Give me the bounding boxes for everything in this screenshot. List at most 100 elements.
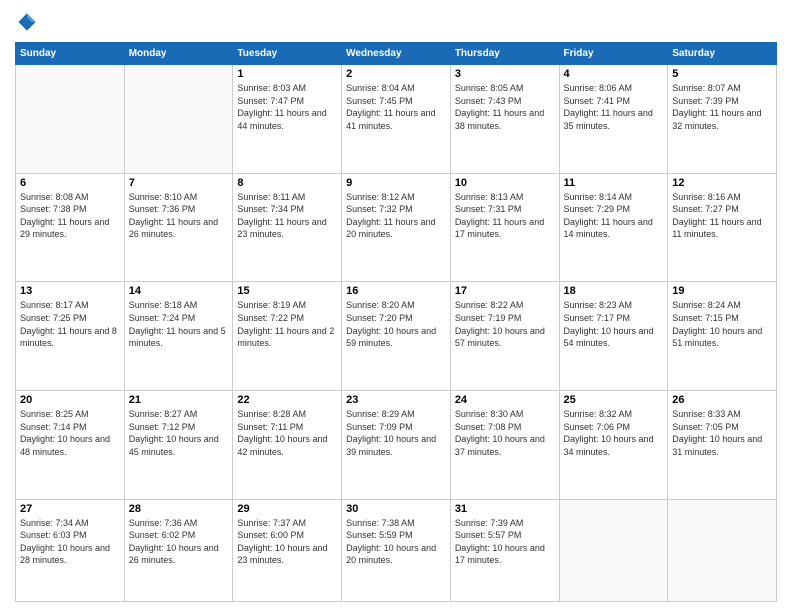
day-cell: 14 Sunrise: 8:18 AM Sunset: 7:24 PM Dayli… — [124, 282, 233, 391]
weekday-friday: Friday — [559, 43, 668, 65]
day-number: 27 — [20, 503, 120, 515]
day-info: Sunrise: 8:05 AM Sunset: 7:43 PM Dayligh… — [455, 82, 555, 132]
week-row-5: 27 Sunrise: 7:34 AM Sunset: 6:03 PM Dayli… — [16, 499, 777, 601]
day-number: 7 — [129, 177, 229, 189]
day-number: 10 — [455, 177, 555, 189]
day-number: 8 — [237, 177, 337, 189]
day-number: 24 — [455, 394, 555, 406]
day-cell — [668, 499, 777, 601]
day-info: Sunrise: 7:39 AM Sunset: 5:57 PM Dayligh… — [455, 517, 555, 567]
header — [15, 10, 777, 34]
day-info: Sunrise: 7:36 AM Sunset: 6:02 PM Dayligh… — [129, 517, 229, 567]
day-info: Sunrise: 8:19 AM Sunset: 7:22 PM Dayligh… — [237, 299, 337, 349]
day-cell: 15 Sunrise: 8:19 AM Sunset: 7:22 PM Dayli… — [233, 282, 342, 391]
weekday-tuesday: Tuesday — [233, 43, 342, 65]
weekday-sunday: Sunday — [16, 43, 125, 65]
day-info: Sunrise: 8:16 AM Sunset: 7:27 PM Dayligh… — [672, 191, 772, 241]
logo-icon — [15, 10, 39, 34]
day-info: Sunrise: 8:23 AM Sunset: 7:17 PM Dayligh… — [564, 299, 664, 349]
weekday-thursday: Thursday — [450, 43, 559, 65]
day-cell: 7 Sunrise: 8:10 AM Sunset: 7:36 PM Daylig… — [124, 173, 233, 282]
weekday-row: SundayMondayTuesdayWednesdayThursdayFrid… — [16, 43, 777, 65]
day-cell: 29 Sunrise: 7:37 AM Sunset: 6:00 PM Dayli… — [233, 499, 342, 601]
day-info: Sunrise: 8:18 AM Sunset: 7:24 PM Dayligh… — [129, 299, 229, 349]
day-number: 14 — [129, 285, 229, 297]
day-number: 30 — [346, 503, 446, 515]
calendar: SundayMondayTuesdayWednesdayThursdayFrid… — [15, 42, 777, 602]
day-cell: 21 Sunrise: 8:27 AM Sunset: 7:12 PM Dayli… — [124, 391, 233, 500]
day-info: Sunrise: 7:34 AM Sunset: 6:03 PM Dayligh… — [20, 517, 120, 567]
day-cell: 30 Sunrise: 7:38 AM Sunset: 5:59 PM Dayli… — [342, 499, 451, 601]
day-cell: 9 Sunrise: 8:12 AM Sunset: 7:32 PM Daylig… — [342, 173, 451, 282]
day-number: 31 — [455, 503, 555, 515]
day-info: Sunrise: 8:07 AM Sunset: 7:39 PM Dayligh… — [672, 82, 772, 132]
day-number: 11 — [564, 177, 664, 189]
day-number: 2 — [346, 68, 446, 80]
day-number: 18 — [564, 285, 664, 297]
day-info: Sunrise: 7:37 AM Sunset: 6:00 PM Dayligh… — [237, 517, 337, 567]
weekday-wednesday: Wednesday — [342, 43, 451, 65]
day-cell: 12 Sunrise: 8:16 AM Sunset: 7:27 PM Dayli… — [668, 173, 777, 282]
day-cell: 28Sunrise: 7:36 AM Sunset: 6:02 PM Dayli… — [124, 499, 233, 601]
weekday-saturday: Saturday — [668, 43, 777, 65]
day-number: 17 — [455, 285, 555, 297]
day-cell: 24Sunrise: 8:30 AM Sunset: 7:08 PM Dayli… — [450, 391, 559, 500]
day-cell: 22Sunrise: 8:28 AM Sunset: 7:11 PM Dayli… — [233, 391, 342, 500]
day-cell: 1Sunrise: 8:03 AM Sunset: 7:47 PM Daylig… — [233, 65, 342, 174]
day-number: 29 — [237, 503, 337, 515]
day-number: 25 — [564, 394, 664, 406]
day-number: 4 — [564, 68, 664, 80]
day-info: Sunrise: 8:24 AM Sunset: 7:15 PM Dayligh… — [672, 299, 772, 349]
week-row-3: 13Sunrise: 8:17 AM Sunset: 7:25 PM Dayli… — [16, 282, 777, 391]
calendar-header: SundayMondayTuesdayWednesdayThursdayFrid… — [16, 43, 777, 65]
day-cell: 10 Sunrise: 8:13 AM Sunset: 7:31 PM Dayli… — [450, 173, 559, 282]
day-info: Sunrise: 8:27 AM Sunset: 7:12 PM Dayligh… — [129, 408, 229, 458]
day-cell: 23 Sunrise: 8:29 AM Sunset: 7:09 PM Dayli… — [342, 391, 451, 500]
day-cell: 31 Sunrise: 7:39 AM Sunset: 5:57 PM Dayli… — [450, 499, 559, 601]
day-info: Sunrise: 8:12 AM Sunset: 7:32 PM Dayligh… — [346, 191, 446, 241]
day-info: Sunrise: 8:10 AM Sunset: 7:36 PM Dayligh… — [129, 191, 229, 241]
day-cell: 19 Sunrise: 8:24 AM Sunset: 7:15 PM Dayli… — [668, 282, 777, 391]
day-cell: 26Sunrise: 8:33 AM Sunset: 7:05 PM Dayli… — [668, 391, 777, 500]
day-cell: 6 Sunrise: 8:08 AM Sunset: 7:38 PM Daylig… — [16, 173, 125, 282]
day-cell — [16, 65, 125, 174]
day-info: Sunrise: 8:03 AM Sunset: 7:47 PM Dayligh… — [237, 82, 337, 132]
day-number: 21 — [129, 394, 229, 406]
day-info: Sunrise: 8:08 AM Sunset: 7:38 PM Dayligh… — [20, 191, 120, 241]
week-row-1: 1Sunrise: 8:03 AM Sunset: 7:47 PM Daylig… — [16, 65, 777, 174]
day-info: Sunrise: 8:14 AM Sunset: 7:29 PM Dayligh… — [564, 191, 664, 241]
day-cell — [124, 65, 233, 174]
day-cell: 18 Sunrise: 8:23 AM Sunset: 7:17 PM Dayli… — [559, 282, 668, 391]
day-number: 22 — [237, 394, 337, 406]
day-number: 5 — [672, 68, 772, 80]
day-number: 15 — [237, 285, 337, 297]
day-number: 3 — [455, 68, 555, 80]
day-cell: 13Sunrise: 8:17 AM Sunset: 7:25 PM Dayli… — [16, 282, 125, 391]
day-cell: 16 Sunrise: 8:20 AM Sunset: 7:20 PM Dayli… — [342, 282, 451, 391]
day-cell: 25Sunrise: 8:32 AM Sunset: 7:06 PM Dayli… — [559, 391, 668, 500]
weekday-monday: Monday — [124, 43, 233, 65]
day-cell: 3 Sunrise: 8:05 AM Sunset: 7:43 PM Daylig… — [450, 65, 559, 174]
day-number: 13 — [20, 285, 120, 297]
day-number: 23 — [346, 394, 446, 406]
day-number: 16 — [346, 285, 446, 297]
day-number: 19 — [672, 285, 772, 297]
day-cell: 5 Sunrise: 8:07 AM Sunset: 7:39 PM Daylig… — [668, 65, 777, 174]
day-number: 6 — [20, 177, 120, 189]
day-number: 26 — [672, 394, 772, 406]
week-row-4: 20 Sunrise: 8:25 AM Sunset: 7:14 PM Dayli… — [16, 391, 777, 500]
day-cell: 4Sunrise: 8:06 AM Sunset: 7:41 PM Daylig… — [559, 65, 668, 174]
day-number: 20 — [20, 394, 120, 406]
day-cell: 20 Sunrise: 8:25 AM Sunset: 7:14 PM Dayli… — [16, 391, 125, 500]
day-info: Sunrise: 7:38 AM Sunset: 5:59 PM Dayligh… — [346, 517, 446, 567]
day-info: Sunrise: 8:25 AM Sunset: 7:14 PM Dayligh… — [20, 408, 120, 458]
day-info: Sunrise: 8:04 AM Sunset: 7:45 PM Dayligh… — [346, 82, 446, 132]
day-cell: 11 Sunrise: 8:14 AM Sunset: 7:29 PM Dayli… — [559, 173, 668, 282]
day-number: 9 — [346, 177, 446, 189]
day-info: Sunrise: 8:13 AM Sunset: 7:31 PM Dayligh… — [455, 191, 555, 241]
day-info: Sunrise: 8:20 AM Sunset: 7:20 PM Dayligh… — [346, 299, 446, 349]
day-info: Sunrise: 8:29 AM Sunset: 7:09 PM Dayligh… — [346, 408, 446, 458]
day-number: 12 — [672, 177, 772, 189]
day-cell: 8 Sunrise: 8:11 AM Sunset: 7:34 PM Daylig… — [233, 173, 342, 282]
day-info: Sunrise: 8:11 AM Sunset: 7:34 PM Dayligh… — [237, 191, 337, 241]
